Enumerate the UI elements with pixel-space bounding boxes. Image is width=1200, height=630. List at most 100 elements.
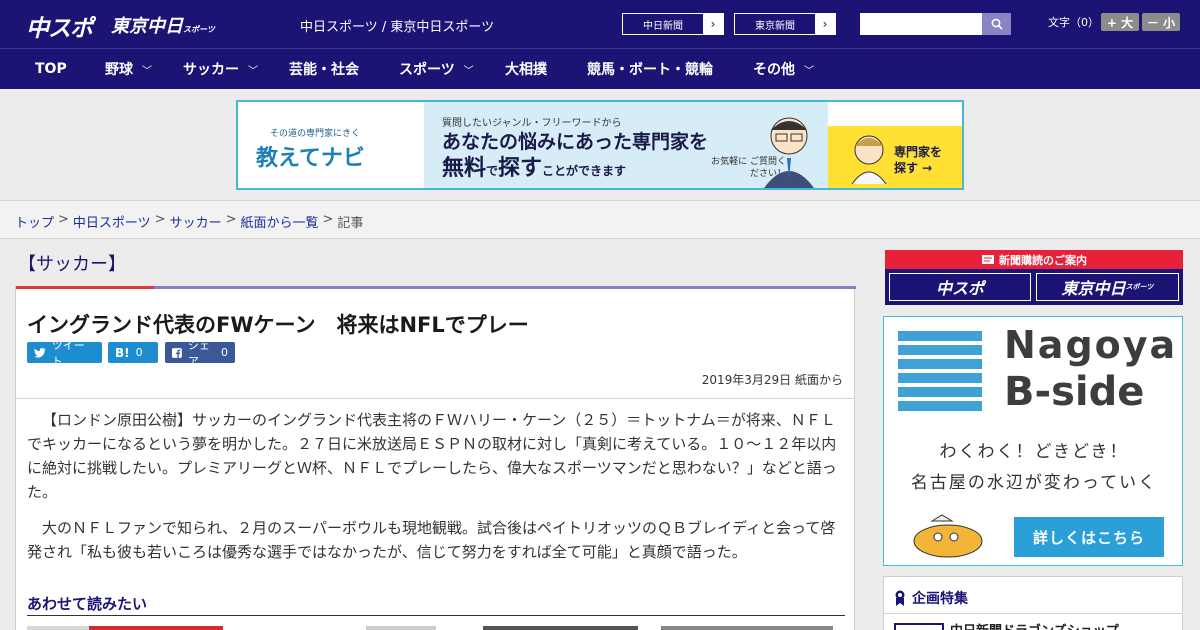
feature-heading-label: 企画特集 <box>912 591 968 607</box>
nav-item-sports[interactable]: スポーツ ﹀ <box>399 49 474 89</box>
breadcrumb-current: 記事 <box>337 216 364 231</box>
ad-de: で <box>486 164 499 178</box>
ad-search: 探す <box>498 156 543 181</box>
nav-label: 野球 <box>105 62 133 78</box>
subscribe-tokyo-chunichi[interactable]: 東京中日 スポーツ <box>1036 273 1179 301</box>
tweet-button[interactable]: ツイート <box>27 339 102 368</box>
related-heading: あわせて読みたい <box>27 595 148 613</box>
subscription-box[interactable]: 新聞購読のご案内 中スポ 東京中日 スポーツ <box>885 250 1183 305</box>
nav-item-racing[interactable]: 競馬・ボート・競輪 <box>587 49 713 89</box>
breadcrumb: トップ > 中日スポーツ > サッカー > 紙面から一覧 > 記事 <box>15 212 363 231</box>
related-thumb[interactable] <box>27 626 223 630</box>
chevron-right-icon: › <box>815 14 835 34</box>
nagoya-bside-ad[interactable]: Nagoya B-side わくわく！どきどき！ 名古屋の水辺が変わっていく 詳… <box>883 316 1183 566</box>
brick-shape <box>898 359 982 369</box>
ad-free: 無料 <box>442 156 487 181</box>
nav-label: サッカー <box>183 62 239 78</box>
feature-item[interactable]: 中日新聞ドラゴンズショップ <box>950 620 1119 630</box>
tokyo-shimbun-label: 東京新聞 <box>755 20 795 32</box>
article-top-border <box>16 286 856 289</box>
nav-item-entertainment[interactable]: 芸能・社会 <box>289 49 359 89</box>
breadcrumb-sep: > <box>322 212 334 227</box>
ad-copy-area: 質問したいジャンル・フリーワードから あなたの悩みにあった専門家を 無料で探すこ… <box>424 102 828 188</box>
ad-brand-name: 教えてナビ <box>256 146 365 171</box>
site-header: 中スポ 東京中日スポーツ 中日スポーツ / 東京中日スポーツ 中日新聞 › 東京… <box>0 0 1200 48</box>
bside-line-1: わくわく！どきどき！ <box>939 442 1129 462</box>
divider <box>16 398 854 399</box>
breadcrumb-top[interactable]: トップ <box>15 212 54 231</box>
chuspo-logo[interactable]: 中スポ <box>26 9 93 43</box>
nav-item-soccer[interactable]: サッカー ﹀ <box>183 49 258 89</box>
hatena-count: 0 <box>135 346 143 359</box>
nav-label: TOP <box>35 61 67 77</box>
hatena-bookmark-button[interactable]: B! 0 <box>108 342 158 363</box>
ad-can: ことができます <box>542 164 627 178</box>
nav-label: 競馬・ボート・競輪 <box>587 62 713 78</box>
subscription-head: 新聞購読のご案内 <box>885 250 1183 269</box>
ebi-fry-mascot-icon <box>913 514 983 558</box>
category-heading: 【サッカー】 <box>18 254 126 275</box>
ad-banner-oshiete-navi[interactable]: その道の専門家にきく 教えてナビ 質問したいジャンル・フリーワードから あなたの… <box>236 100 964 190</box>
bside-detail-button[interactable]: 詳しくはこちら <box>1014 517 1164 557</box>
facebook-icon <box>172 347 182 358</box>
brick-shape <box>898 345 982 355</box>
ad-brand-small: その道の専門家にきく <box>270 129 361 139</box>
chunichi-shimbun-link[interactable]: 中日新聞 › <box>622 13 724 35</box>
subscribe-chuspo[interactable]: 中スポ <box>889 273 1031 301</box>
nav-label: スポーツ <box>399 62 455 78</box>
nav-item-sumo[interactable]: 大相撲 <box>505 49 547 89</box>
sub-logo-text: 東京中日 <box>1061 279 1126 298</box>
chevron-down-icon: ﹀ <box>142 65 152 77</box>
breadcrumb-bar: トップ > 中日スポーツ > サッカー > 紙面から一覧 > 記事 <box>0 200 1200 239</box>
related-thumb[interactable] <box>483 626 638 630</box>
ad-cta[interactable]: 専門家を 探す → <box>828 126 962 188</box>
sub-logo-small: スポーツ <box>1125 283 1154 291</box>
tokyo-shimbun-link[interactable]: 東京新聞 › <box>734 13 836 35</box>
nav-item-top[interactable]: TOP <box>35 49 67 89</box>
breadcrumb-chunichi-sports[interactable]: 中日スポーツ <box>73 212 151 231</box>
breadcrumb-paper-list[interactable]: 紙面から一覧 <box>241 212 319 231</box>
search-button[interactable] <box>982 13 1011 35</box>
font-smaller-button[interactable]: － 小 <box>1142 13 1180 31</box>
article-body: 【ロンドン原田公樹】サッカーのイングランド代表主将のＦＷハリー・ケーン（２５）＝… <box>27 408 845 576</box>
feature-heading: 企画特集 <box>894 588 968 608</box>
breadcrumb-sep: > <box>154 212 166 227</box>
breadcrumb-sep: > <box>58 212 69 227</box>
chevron-down-icon: ﹀ <box>463 65 474 77</box>
breadcrumb-soccer[interactable]: サッカー <box>170 212 222 231</box>
font-larger-button[interactable]: + 大 <box>1101 13 1139 31</box>
related-thumb[interactable] <box>366 626 436 630</box>
site-tagline: 中日スポーツ / 東京中日スポーツ <box>300 20 495 35</box>
brick-shape <box>898 387 982 397</box>
tokyo-logo-text: 東京中日 <box>111 16 183 37</box>
bside-title-1: Nagoya <box>1004 323 1178 367</box>
font-size-label: 文字（0） <box>1048 16 1099 29</box>
facebook-share-button[interactable]: シェア 0 <box>165 339 235 368</box>
nav-item-other[interactable]: その他 ﹀ <box>753 49 814 89</box>
divider <box>884 613 1182 614</box>
feature-thumb[interactable] <box>894 623 944 630</box>
brick-shape <box>898 401 982 411</box>
chevron-down-icon: ﹀ <box>248 65 258 77</box>
related-thumb[interactable] <box>661 626 833 630</box>
nav-label: その他 <box>753 62 795 78</box>
chunichi-shimbun-label: 中日新聞 <box>643 20 683 32</box>
facebook-count: 0 <box>221 346 228 359</box>
bside-title-2: B-side <box>1004 369 1145 415</box>
search-input[interactable] <box>860 13 982 35</box>
article-paragraph: 【ロンドン原田公樹】サッカーのイングランド代表主将のＦＷハリー・ケーン（２５）＝… <box>27 411 837 501</box>
nav-label: 芸能・社会 <box>289 62 359 78</box>
chevron-right-icon: › <box>703 14 723 34</box>
article-top-accent <box>16 286 154 289</box>
tokyo-chunichi-logo[interactable]: 東京中日スポーツ <box>111 12 215 38</box>
brick-shape <box>898 331 982 341</box>
subscription-logos: 中スポ 東京中日 スポーツ <box>885 269 1183 305</box>
nav-item-baseball[interactable]: 野球 ﹀ <box>105 49 152 89</box>
facebook-label: シェア <box>187 338 210 368</box>
search-icon <box>991 18 1003 30</box>
breadcrumb-sep: > <box>225 212 237 227</box>
bside-line-2: 名古屋の水辺が変わっていく <box>910 473 1158 493</box>
award-ribbon-icon <box>895 590 905 606</box>
subscription-label: 新聞購読のご案内 <box>999 253 1087 267</box>
chevron-down-icon: ﹀ <box>804 65 814 77</box>
